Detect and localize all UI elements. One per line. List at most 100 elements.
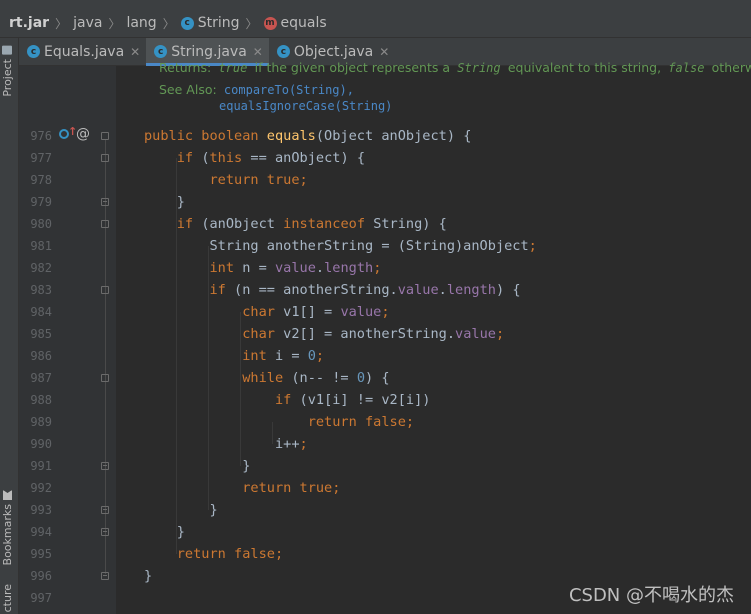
breadcrumb-item-java[interactable]: java: [69, 15, 106, 31]
annotation-icon[interactable]: @: [76, 126, 90, 142]
breadcrumb-item-string[interactable]: c String: [177, 15, 244, 31]
fold-collapse-icon[interactable]: [101, 132, 109, 140]
line-number: 984: [30, 305, 52, 319]
fold-end-icon[interactable]: [101, 572, 109, 580]
line-number: 979: [30, 195, 52, 209]
fold-end-icon[interactable]: [101, 462, 109, 470]
line-number: 977: [30, 151, 52, 165]
code-line-981[interactable]: String anotherString = (String)anObject;: [144, 235, 536, 257]
method-icon: m: [263, 16, 277, 30]
code-line-984[interactable]: char v1[] = value;: [144, 301, 389, 323]
code-line-990[interactable]: i++;: [144, 433, 308, 455]
fold-collapse-icon[interactable]: [101, 154, 109, 162]
line-number: 992: [30, 481, 52, 495]
javadoc-returns: Returns: true if the given object repres…: [159, 60, 751, 75]
breadcrumb-label: java: [73, 15, 103, 31]
javadoc-code: true: [218, 61, 248, 75]
breadcrumb-label: lang: [126, 15, 157, 31]
breadcrumb: rt.jar 〉 java 〉 lang 〉 c String 〉 m equals: [0, 9, 751, 38]
tab-label: String.java: [171, 43, 247, 60]
project-tab-label: Project: [1, 59, 14, 97]
line-number: 996: [30, 569, 52, 583]
class-icon: c: [27, 45, 40, 58]
code-line-986[interactable]: int i = 0;: [144, 345, 324, 367]
line-number: 987: [30, 371, 52, 385]
javadoc-link-compareto[interactable]: compareTo(String),: [224, 83, 354, 97]
bookmark-icon: [3, 490, 12, 500]
code-line-987[interactable]: while (n-- != 0) {: [144, 367, 389, 389]
chevron-right-icon: 〉: [162, 16, 175, 31]
close-icon[interactable]: ✕: [253, 45, 263, 59]
code-line-993[interactable]: }: [144, 499, 217, 521]
line-number: 991: [30, 459, 52, 473]
line-number: 988: [30, 393, 52, 407]
class-icon: c: [154, 45, 168, 58]
chevron-right-icon: 〉: [245, 16, 258, 31]
watermark: CSDN @不喝水的杰: [568, 585, 734, 606]
javadoc-text: if the given object represents a: [254, 60, 451, 75]
tab-label: Equals.java: [44, 43, 125, 60]
project-tool-tab[interactable]: Project: [1, 46, 14, 97]
fold-end-icon[interactable]: [101, 506, 109, 514]
fold-end-icon[interactable]: [101, 198, 109, 206]
tab-label: Object.java: [293, 43, 374, 60]
code-line-989[interactable]: return false;: [144, 411, 414, 433]
code-line-977[interactable]: if (this == anObject) {: [144, 147, 365, 169]
code-line-988[interactable]: if (v1[i] != v2[i]): [144, 389, 431, 411]
javadoc-text: equivalent to this string,: [507, 60, 662, 75]
breadcrumb-label: rt.jar: [9, 15, 50, 31]
chevron-right-icon: 〉: [55, 16, 68, 31]
fold-collapse-icon[interactable]: [101, 286, 109, 294]
code-line-983[interactable]: if (n == anotherString.value.length) {: [144, 279, 520, 301]
folder-icon: [2, 46, 13, 55]
line-number: 976: [30, 129, 52, 143]
tool-window-strip: Project Bookmarks cture: [0, 38, 19, 614]
code-line-995[interactable]: return false;: [144, 543, 283, 565]
line-number: 982: [30, 261, 52, 275]
code-line-980[interactable]: if (anObject instanceof String) {: [144, 213, 447, 235]
code-line-979[interactable]: }: [144, 191, 185, 213]
code-line-978[interactable]: return true;: [144, 169, 307, 191]
javadoc-code: false: [668, 61, 705, 75]
breadcrumb-item-lang[interactable]: lang: [122, 15, 160, 31]
breadcrumb-item-equals[interactable]: m equals: [260, 15, 331, 31]
close-icon[interactable]: ✕: [130, 45, 140, 59]
javadoc-see-also-2: equalsIgnoreCase(String): [219, 99, 392, 113]
class-icon: c: [276, 45, 290, 58]
close-icon[interactable]: ✕: [379, 45, 389, 59]
code-line-982[interactable]: int n = value.length;: [144, 257, 381, 279]
fold-collapse-icon[interactable]: [101, 220, 109, 228]
breadcrumb-label: equals: [280, 15, 327, 31]
code-line-976[interactable]: public boolean equals(Object anObject) {: [144, 125, 471, 147]
line-number: 983: [30, 283, 52, 297]
javadoc-link-equalsignorecase[interactable]: equalsIgnoreCase(String): [219, 99, 392, 113]
line-number: 985: [30, 327, 52, 341]
structure-tab-label: cture: [1, 584, 14, 613]
override-marker[interactable]: ↑: [59, 125, 77, 139]
fold-end-icon[interactable]: [101, 528, 109, 536]
code-line-996[interactable]: }: [144, 565, 152, 587]
javadoc-code: String: [457, 61, 501, 75]
line-number: 990: [30, 437, 52, 451]
class-icon: c: [180, 16, 194, 30]
javadoc-returns-label: Returns:: [159, 60, 212, 75]
javadoc-see-also-label: See Also:: [159, 82, 217, 97]
bookmarks-tool-tab[interactable]: Bookmarks: [1, 490, 14, 565]
line-number: 986: [30, 349, 52, 363]
bookmarks-tab-label: Bookmarks: [1, 504, 14, 566]
code-line-985[interactable]: char v2[] = anotherString.value;: [144, 323, 504, 345]
code-line-991[interactable]: }: [144, 455, 250, 477]
structure-tool-tab[interactable]: cture: [1, 584, 14, 612]
breadcrumb-item-rt-jar[interactable]: rt.jar: [0, 15, 53, 31]
javadoc-text: otherwise: [711, 60, 751, 75]
line-number: 997: [30, 591, 52, 605]
javadoc-see-also: See Also: compareTo(String),: [159, 82, 354, 97]
code-line-992[interactable]: return true;: [144, 477, 340, 499]
line-number: 978: [30, 173, 52, 187]
line-number: 993: [30, 503, 52, 517]
line-number: 994: [30, 525, 52, 539]
tab-equals-java[interactable]: c Equals.java ✕: [19, 38, 146, 65]
fold-collapse-icon[interactable]: [101, 374, 109, 382]
breadcrumb-label: String: [197, 15, 240, 31]
code-line-994[interactable]: }: [144, 521, 185, 543]
